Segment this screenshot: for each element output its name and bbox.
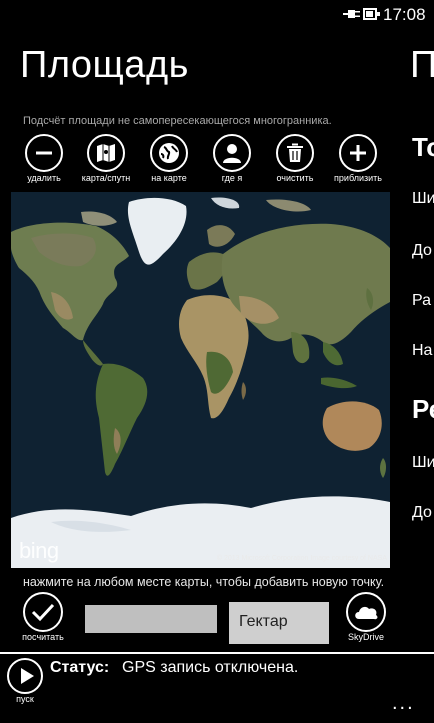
world-map[interactable]: bing © 2013 Microsoft Corporation Image … <box>11 192 390 568</box>
battery-icon <box>363 8 380 20</box>
calculate-button[interactable]: посчитать <box>10 592 76 642</box>
status-value: GPS запись отключена. <box>122 659 299 676</box>
panel-row: Ра <box>412 292 432 309</box>
clock: 17:08 <box>383 5 426 24</box>
plug-icon <box>343 10 360 18</box>
cloud-icon <box>355 606 378 620</box>
map-satellite-label: карта/спутн <box>81 173 131 183</box>
play-icon <box>20 668 34 684</box>
on-map-label: на карте <box>151 173 187 183</box>
map-icon <box>97 144 115 162</box>
person-icon <box>223 144 241 163</box>
system-status-bar: 17:08 <box>0 0 434 30</box>
description-text: Подсчёт площади не самопересекающегося м… <box>23 115 332 127</box>
zoom-in-label: приблизить <box>334 173 382 183</box>
footer-divider <box>0 652 434 654</box>
trash-icon <box>287 143 303 162</box>
value-input[interactable] <box>85 605 217 633</box>
status-key: Статус: <box>50 659 110 676</box>
panel-heading-2: Ре <box>412 394 434 424</box>
where-am-i-label: где я <box>221 173 243 183</box>
page-title: Площадь <box>20 44 189 86</box>
clear-label: очистить <box>276 173 314 183</box>
panel-heading-1: То <box>412 132 434 162</box>
clear-button[interactable]: очистить <box>259 134 331 183</box>
plus-icon <box>350 145 366 161</box>
start-gps-button[interactable]: пуск <box>4 658 46 704</box>
on-map-button[interactable]: на карте <box>133 134 205 183</box>
more-menu-button[interactable]: ... <box>392 693 415 713</box>
hint-text: нажмите на любом месте карты, чтобы доба… <box>23 575 385 589</box>
satellite-map-image <box>11 192 390 568</box>
next-page-title-peek[interactable]: П <box>410 44 434 87</box>
bing-logo: bing <box>19 538 59 563</box>
minus-icon <box>36 151 52 155</box>
calculate-label: посчитать <box>22 632 64 642</box>
map-satellite-toggle-button[interactable]: карта/спутн <box>70 134 142 183</box>
zoom-in-button[interactable]: приблизить <box>322 134 394 183</box>
map-copyright: © 2013 Microsoft Corporation Image court… <box>216 555 387 562</box>
panel-row: Ши <box>412 190 434 207</box>
skydrive-label: SkyDrive <box>347 632 384 642</box>
globe-icon <box>159 143 179 163</box>
panel-row: Ши <box>412 454 434 471</box>
skydrive-button[interactable]: SkyDrive <box>334 592 398 642</box>
panel-row: До <box>412 242 432 259</box>
start-label: пуск <box>16 694 34 704</box>
where-am-i-button[interactable]: где я <box>196 134 268 183</box>
panel-row: На <box>412 342 433 359</box>
panel-row: До <box>412 504 432 521</box>
checkmark-icon <box>31 603 55 622</box>
unit-select[interactable]: Гектар <box>229 602 329 644</box>
